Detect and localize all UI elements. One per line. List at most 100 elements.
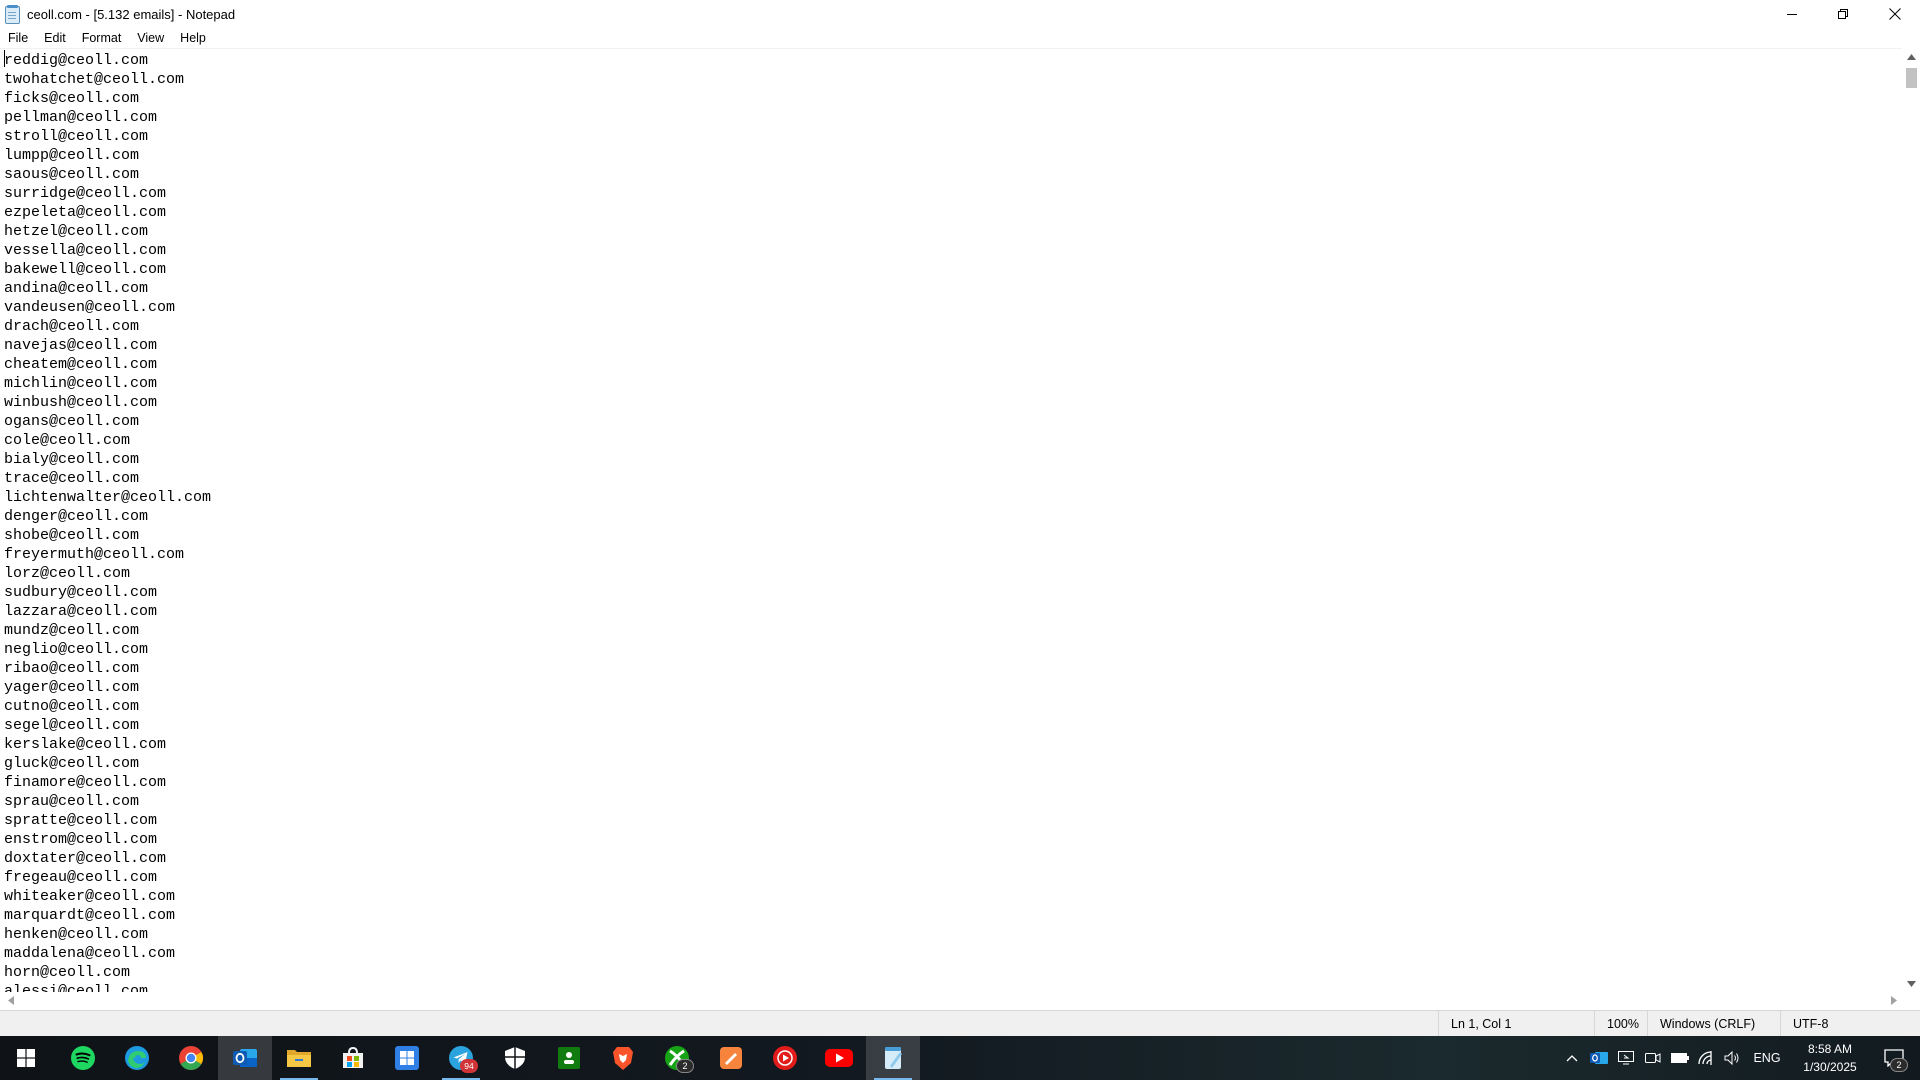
tray-battery[interactable] (1668, 1036, 1692, 1080)
text-line: whiteaker@ceoll.com (4, 888, 176, 905)
minimize-button[interactable] (1767, 0, 1818, 28)
restore-button[interactable] (1818, 0, 1869, 28)
editor-lines: reddig@ceoll.com twohatchet@ceoll.com fick… (0, 49, 1902, 993)
telegram-badge: 94 (460, 1059, 478, 1073)
text-line: lazzara@ceoll.com (4, 603, 158, 620)
text-editor[interactable]: reddig@ceoll.com twohatchet@ceoll.com fick… (0, 48, 1902, 993)
microsoft-store-icon (343, 1046, 363, 1068)
text-line: ezpeleta@ceoll.com (4, 204, 167, 221)
chevron-down-icon (1906, 980, 1916, 987)
chevron-up-icon (1906, 53, 1916, 60)
menu-help[interactable]: Help (172, 28, 214, 48)
text-line: stroll@ceoll.com (4, 128, 149, 145)
text-line: horn@ceoll.com (4, 964, 131, 981)
text-line: yager@ceoll.com (4, 679, 140, 696)
windows-app-icon (395, 1046, 419, 1070)
notification-center-button[interactable]: 2 (1872, 1036, 1916, 1080)
text-line: andina@ceoll.com (4, 280, 149, 297)
file-explorer-icon (287, 1050, 311, 1067)
scroll-left-button[interactable] (2, 992, 19, 1009)
cursor-position: Ln 1, Col 1 (1438, 1011, 1601, 1037)
text-caret (4, 50, 5, 67)
text-line: vandeusen@ceoll.com (4, 299, 176, 316)
text-line: enstrom@ceoll.com (4, 831, 158, 848)
edge-icon (125, 1046, 149, 1070)
tray-meet-now-icon[interactable] (1641, 1036, 1665, 1080)
chevron-right-icon (1890, 996, 1897, 1005)
taskbar-paint-app[interactable] (704, 1036, 758, 1080)
text-line: vessella@ceoll.com (4, 242, 167, 259)
taskbar-notepad[interactable] (866, 1036, 920, 1080)
minimize-icon (1787, 13, 1797, 15)
text-line: sudbury@ceoll.com (4, 584, 158, 601)
vertical-scrollbar[interactable] (1902, 48, 1920, 992)
windows-logo-icon (17, 1049, 35, 1067)
tray-remote-icon[interactable] (1614, 1036, 1638, 1080)
tray-volume[interactable] (1721, 1036, 1745, 1080)
scroll-right-button[interactable] (1885, 992, 1902, 1009)
scroll-down-button[interactable] (1902, 975, 1920, 992)
text-line: gluck@ceoll.com (4, 755, 140, 772)
camera-icon (1645, 1053, 1661, 1063)
tray-outlook[interactable] (1587, 1036, 1611, 1080)
close-icon (1888, 8, 1901, 20)
taskbar-telegram[interactable]: 94 (434, 1036, 488, 1080)
taskbar-clock[interactable]: 8:58 AM 1/30/2025 (1790, 1040, 1870, 1076)
show-hidden-icons-button[interactable] (1561, 1036, 1583, 1080)
spotify-icon (71, 1046, 95, 1070)
text-line: hetzel@ceoll.com (4, 223, 149, 240)
text-line: denger@ceoll.com (4, 508, 149, 525)
start-button[interactable] (0, 1036, 52, 1080)
speaker-icon (1724, 1051, 1739, 1065)
text-line: kerslake@ceoll.com (4, 736, 167, 753)
taskbar-edge[interactable] (110, 1036, 164, 1080)
text-line: ogans@ceoll.com (4, 413, 140, 430)
vertical-scroll-thumb[interactable] (1906, 68, 1917, 88)
text-line: freyermuth@ceoll.com (4, 546, 185, 563)
language-indicator[interactable]: ENG (1751, 1036, 1783, 1080)
battery-icon (1671, 1053, 1689, 1063)
taskbar-xbox-app[interactable] (542, 1036, 596, 1080)
scrollbar-corner (1902, 992, 1920, 1009)
taskbar-file-explorer[interactable] (272, 1036, 326, 1080)
notepad-icon (885, 1047, 902, 1069)
taskbar-chrome[interactable] (164, 1036, 218, 1080)
taskbar-security[interactable] (488, 1036, 542, 1080)
tray-network[interactable] (1695, 1036, 1719, 1080)
menu-edit[interactable]: Edit (36, 28, 74, 48)
text-line: segel@ceoll.com (4, 717, 140, 734)
text-line: sprau@ceoll.com (4, 793, 140, 810)
menu-view[interactable]: View (129, 28, 172, 48)
youtube-icon (825, 1049, 853, 1067)
xbox-badge: 2 (676, 1059, 694, 1073)
text-line: pellman@ceoll.com (4, 109, 158, 126)
restore-icon (1838, 8, 1848, 19)
taskbar-youtube[interactable] (812, 1036, 866, 1080)
chevron-left-icon (7, 996, 14, 1005)
text-line: trace@ceoll.com (4, 470, 140, 487)
taskbar-youtube-music[interactable] (758, 1036, 812, 1080)
brave-icon (613, 1047, 633, 1070)
encoding: UTF-8 (1780, 1011, 1920, 1037)
taskbar-outlook[interactable] (218, 1036, 272, 1080)
menu-file[interactable]: File (0, 28, 36, 48)
taskbar-brave[interactable] (596, 1036, 650, 1080)
text-line: mundz@ceoll.com (4, 622, 140, 639)
taskbar-xbox[interactable]: 2 (650, 1036, 704, 1080)
close-button[interactable] (1869, 0, 1920, 28)
taskbar-windows-app[interactable] (380, 1036, 434, 1080)
text-line: marquardt@ceoll.com (4, 907, 176, 924)
remote-desktop-icon (1618, 1051, 1634, 1065)
notification-count: 2 (1890, 1058, 1908, 1072)
taskbar-spotify[interactable] (56, 1036, 110, 1080)
scroll-up-button[interactable] (1902, 48, 1920, 65)
title-bar: ceoll.com - [5.132 emails] - Notepad (0, 0, 1920, 28)
security-shield-icon (505, 1047, 525, 1069)
youtube-music-icon (773, 1046, 797, 1070)
outlook-icon (233, 1049, 257, 1067)
menu-format[interactable]: Format (74, 28, 130, 48)
notepad-icon (3, 5, 21, 24)
horizontal-scrollbar[interactable] (0, 992, 1902, 1009)
text-line: bakewell@ceoll.com (4, 261, 167, 278)
taskbar-microsoft-store[interactable] (326, 1036, 380, 1080)
